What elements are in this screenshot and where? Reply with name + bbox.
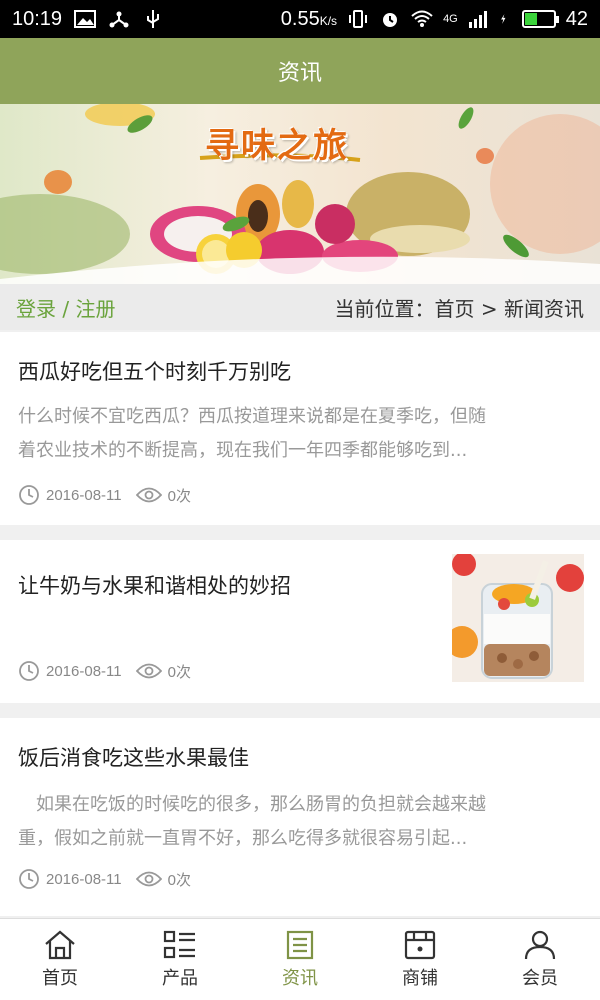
article-title: 西瓜好吃但五个时刻千万别吃 (18, 360, 291, 384)
clock-icon (19, 869, 39, 889)
article-meta: 2016-08-11 0次 (18, 660, 191, 682)
bottom-nav: 首页 产品 资讯 商铺 会员 (0, 918, 600, 1000)
nav-item-news[interactable]: 资讯 (240, 919, 360, 1000)
nav-item-home[interactable]: 首页 (0, 919, 120, 1000)
article-thumbnail[interactable] (452, 554, 584, 682)
article-views: 0次 (167, 487, 191, 505)
banner-image[interactable]: 寻味之旅 (0, 104, 600, 284)
home-icon (45, 930, 75, 959)
article-title: 让牛奶与水果和谐相处的妙招 (18, 574, 291, 598)
yogurt-fruit-cup-image (452, 554, 584, 682)
article-title: 饭后消食吃这些水果最佳 (18, 746, 249, 770)
eye-icon (135, 663, 162, 679)
share-icon (109, 11, 129, 28)
article-date: 2016-08-11 (46, 486, 122, 504)
usb-icon (147, 10, 160, 28)
charging-icon (500, 14, 506, 24)
location-bar: 登录 / 注册 当前位置：首页 > 新闻资讯 (0, 284, 600, 330)
clock-icon (19, 661, 39, 681)
nav-label: 产品 (162, 967, 198, 989)
nav-item-member[interactable]: 会员 (480, 919, 600, 1000)
signal-icon (468, 11, 487, 28)
clock-icon (19, 485, 39, 505)
login-register-link[interactable]: 登录 / 注册 (16, 293, 115, 322)
shop-icon (404, 930, 436, 959)
page-header: 资讯 (0, 38, 600, 104)
nav-label: 首页 (42, 967, 78, 989)
breadcrumb: 当前位置：首页 > 新闻资讯 (334, 296, 584, 321)
page-title: 资讯 (277, 61, 322, 86)
article-card[interactable]: 西瓜好吃但五个时刻千万别吃 什么时候不宜吃西瓜？西瓜按道理来说都是在夏季吃，但随… (0, 332, 600, 525)
vibrate-icon (349, 10, 368, 28)
status-time: 10:19 (12, 7, 63, 30)
article-summary: 什么时候不宜吃西瓜？西瓜按道理来说都是在夏季吃，但随 着农业技术的不断提高，现在… (18, 406, 486, 461)
nav-label: 资讯 (282, 967, 318, 989)
status-bar: 10:19 0.55K/s 4G 42 (0, 0, 600, 38)
nav-item-products[interactable]: 产品 (120, 919, 240, 1000)
list-icon (163, 930, 195, 958)
network-speed: 0.55K/s (280, 7, 338, 30)
nav-label: 会员 (522, 967, 558, 989)
banner-title: 寻味之旅 (205, 126, 349, 166)
article-meta: 2016-08-11 0次 (18, 868, 191, 890)
battery-percent: 42 (565, 7, 588, 30)
network-type: 4G (443, 13, 458, 25)
article-meta: 2016-08-11 0次 (18, 484, 191, 506)
alarm-icon (383, 13, 398, 27)
article-summary: 如果在吃饭的时候吃的很多，那么肠胃的负担就会越来越 重，假如之前就一直胃不好，那… (18, 794, 486, 849)
article-card[interactable]: 让牛奶与水果和谐相处的妙招 2016-08-11 0次 (0, 540, 600, 703)
wifi-icon (411, 10, 433, 27)
battery-icon (521, 10, 559, 28)
article-card[interactable]: 饭后消食吃这些水果最佳 如果在吃饭的时候吃的很多，那么肠胃的负担就会越来越 重，… (0, 718, 600, 916)
gallery-icon (74, 10, 97, 28)
news-icon (286, 930, 314, 959)
nav-item-shop[interactable]: 商铺 (360, 919, 480, 1000)
article-date: 2016-08-11 (46, 662, 122, 680)
user-icon (524, 930, 556, 959)
article-views: 0次 (167, 663, 191, 681)
eye-icon (135, 487, 162, 503)
article-date: 2016-08-11 (46, 870, 122, 888)
eye-icon (135, 871, 162, 887)
article-views: 0次 (167, 871, 191, 889)
nav-label: 商铺 (402, 967, 438, 989)
